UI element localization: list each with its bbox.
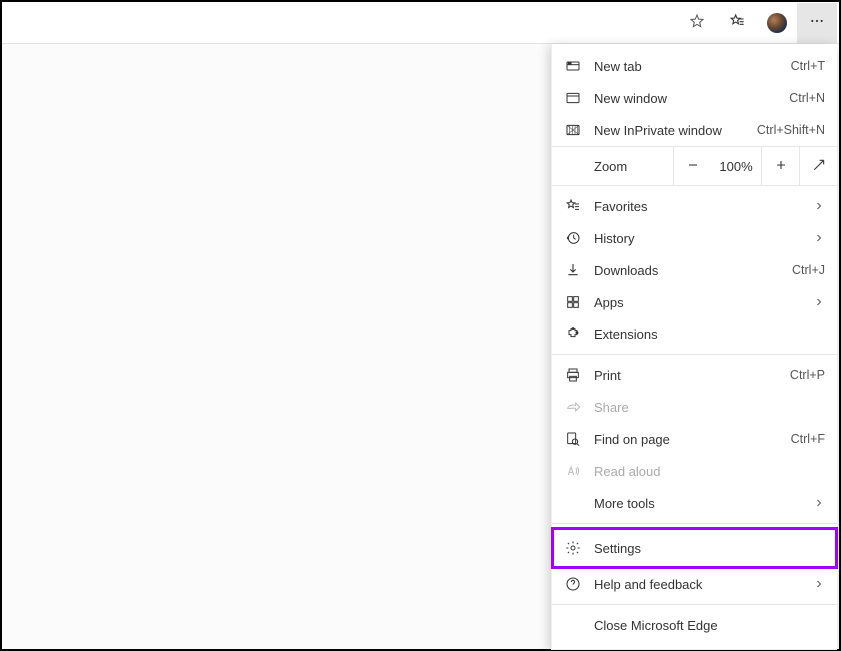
more-menu-button[interactable]: [797, 3, 837, 43]
menu-item-new-tab[interactable]: New tab Ctrl+T: [552, 50, 837, 82]
menu-item-print[interactable]: Print Ctrl+P: [552, 359, 837, 391]
downloads-icon: [564, 261, 582, 279]
history-icon: [564, 229, 582, 247]
fullscreen-icon: [811, 157, 827, 176]
zoom-value: 100%: [711, 147, 761, 185]
menu-item-shortcut: Ctrl+T: [791, 59, 825, 73]
menu-item-more-tools[interactable]: More tools: [552, 487, 837, 519]
chevron-right-icon: [813, 198, 825, 214]
page-content-area: [2, 44, 552, 649]
menu-item-favorites[interactable]: Favorites: [552, 190, 837, 222]
menu-item-label: New tab: [594, 59, 791, 74]
menu-item-shortcut: Ctrl+P: [790, 368, 825, 382]
zoom-in-button[interactable]: [761, 147, 799, 185]
help-icon: [564, 575, 582, 593]
chevron-right-icon: [813, 576, 825, 592]
menu-item-shortcut: Ctrl+F: [791, 432, 825, 446]
menu-item-share: Share: [552, 391, 837, 423]
menu-item-label: Help and feedback: [594, 577, 813, 592]
fullscreen-button[interactable]: [799, 147, 837, 185]
app-menu: New tab Ctrl+T New window Ctrl+N New InP…: [551, 44, 837, 650]
menu-separator: [552, 354, 837, 355]
menu-separator: [552, 523, 837, 524]
menu-item-label: Close Microsoft Edge: [594, 618, 825, 633]
avatar-icon: [767, 13, 787, 33]
menu-item-label: Favorites: [594, 199, 813, 214]
new-tab-icon: [564, 57, 582, 75]
share-icon: [564, 398, 582, 416]
menu-item-shortcut: Ctrl+J: [792, 263, 825, 277]
inprivate-icon: [564, 121, 582, 139]
menu-item-label: History: [594, 231, 813, 246]
find-icon: [564, 430, 582, 448]
menu-item-label: Apps: [594, 295, 813, 310]
menu-item-read-aloud: Read aloud: [552, 455, 837, 487]
chevron-right-icon: [813, 230, 825, 246]
print-icon: [564, 366, 582, 384]
top-toolbar: [2, 2, 839, 44]
chevron-right-icon: [813, 294, 825, 310]
chevron-right-icon: [813, 495, 825, 511]
menu-item-label: Read aloud: [594, 464, 825, 479]
menu-item-downloads[interactable]: Downloads Ctrl+J: [552, 254, 837, 286]
menu-item-extensions[interactable]: Extensions: [552, 318, 837, 350]
menu-separator: [552, 604, 837, 605]
menu-item-new-window[interactable]: New window Ctrl+N: [552, 82, 837, 114]
star-lines-icon: [729, 13, 745, 32]
menu-item-label: Print: [594, 368, 790, 383]
menu-item-history[interactable]: History: [552, 222, 837, 254]
menu-item-find-on-page[interactable]: Find on page Ctrl+F: [552, 423, 837, 455]
minus-icon: [685, 157, 701, 176]
menu-item-new-inprivate[interactable]: New InPrivate window Ctrl+Shift+N: [552, 114, 837, 146]
menu-item-label: Downloads: [594, 263, 792, 278]
menu-item-label: Settings: [594, 541, 825, 556]
menu-item-label: Find on page: [594, 432, 791, 447]
more-horizontal-icon: [809, 13, 825, 32]
menu-item-label: New window: [594, 91, 789, 106]
menu-item-apps[interactable]: Apps: [552, 286, 837, 318]
plus-icon: [773, 157, 789, 176]
zoom-out-button[interactable]: [673, 147, 711, 185]
favorites-icon: [564, 197, 582, 215]
menu-item-shortcut: Ctrl+N: [789, 91, 825, 105]
menu-item-label: New InPrivate window: [594, 123, 757, 138]
favorites-button[interactable]: [717, 3, 757, 43]
zoom-label: Zoom: [594, 159, 627, 174]
profile-button[interactable]: [757, 3, 797, 43]
extensions-icon: [564, 325, 582, 343]
read-aloud-icon: [564, 462, 582, 480]
star-outline-icon: [689, 13, 705, 32]
menu-item-help[interactable]: Help and feedback: [552, 568, 837, 600]
browser-window: New tab Ctrl+T New window Ctrl+N New InP…: [0, 0, 841, 651]
menu-item-zoom: Zoom 100%: [552, 146, 837, 186]
menu-item-settings[interactable]: Settings: [552, 528, 837, 568]
menu-item-shortcut: Ctrl+Shift+N: [757, 123, 825, 137]
favorite-page-button[interactable]: [677, 3, 717, 43]
new-window-icon: [564, 89, 582, 107]
menu-item-close-edge[interactable]: Close Microsoft Edge: [552, 609, 837, 641]
apps-icon: [564, 293, 582, 311]
menu-item-label: More tools: [594, 496, 813, 511]
gear-icon: [564, 539, 582, 557]
menu-item-label: Share: [594, 400, 825, 415]
menu-item-label: Extensions: [594, 327, 825, 342]
